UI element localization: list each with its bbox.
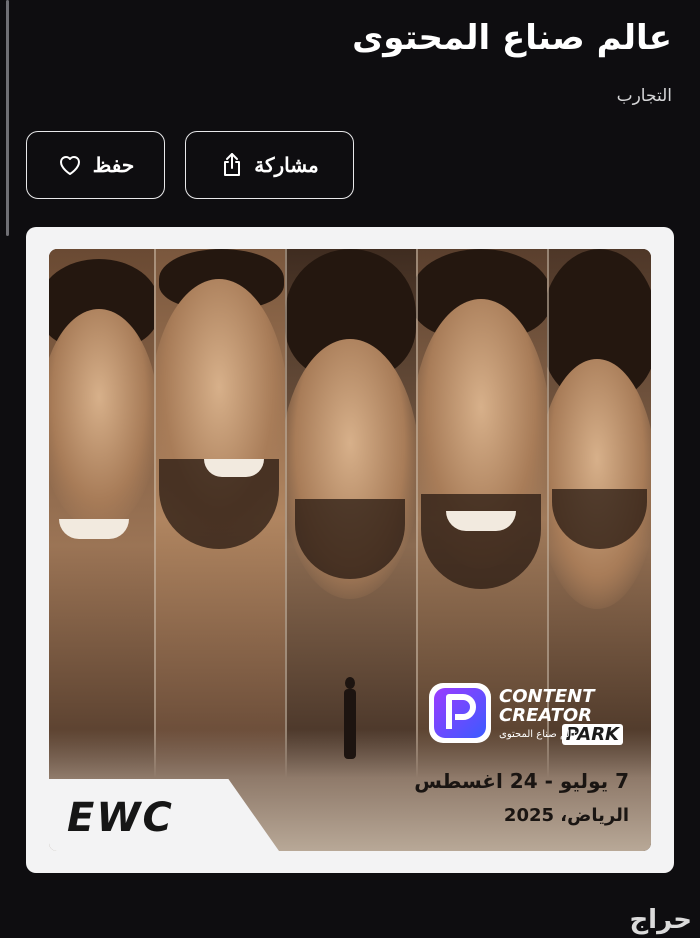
share-label: مشاركة [254, 154, 319, 177]
scroll-indicator[interactable] [6, 0, 9, 236]
brand-line-2: CREATOR [499, 705, 593, 726]
brand-line-1: CONTENT [499, 686, 595, 707]
save-label: حفظ [92, 154, 135, 177]
event-poster-image[interactable]: CONTENT CREATOR PARK عالم صناع المحتوى 7… [49, 249, 651, 851]
share-button[interactable]: مشاركة [185, 131, 354, 199]
listing-image-card[interactable]: CONTENT CREATOR PARK عالم صناع المحتوى 7… [26, 227, 674, 873]
poster-divider [154, 249, 156, 789]
poster-dates: 7 يوليو - 24 اغسطس [414, 769, 629, 793]
brand-arabic: عالم صناع المحتوى [499, 729, 579, 740]
poster-portrait-1 [49, 249, 154, 789]
poster-divider [416, 249, 418, 789]
haraj-watermark-logo: حراج [629, 905, 692, 935]
poster-figure-head [345, 677, 355, 689]
poster-divider [285, 249, 287, 789]
heart-icon [57, 153, 83, 177]
poster-location: الرياض، 2025 [503, 805, 629, 826]
listing-category[interactable]: التجارب [617, 86, 672, 106]
content-creator-park-logo [429, 683, 491, 743]
poster-portrait-2 [154, 249, 285, 789]
listing-title: عالم صناع المحتوى [352, 18, 672, 58]
share-icon [220, 152, 244, 178]
poster-figure [344, 689, 356, 759]
save-button[interactable]: حفظ [26, 131, 165, 199]
ewc-logo: EWC [67, 795, 174, 841]
